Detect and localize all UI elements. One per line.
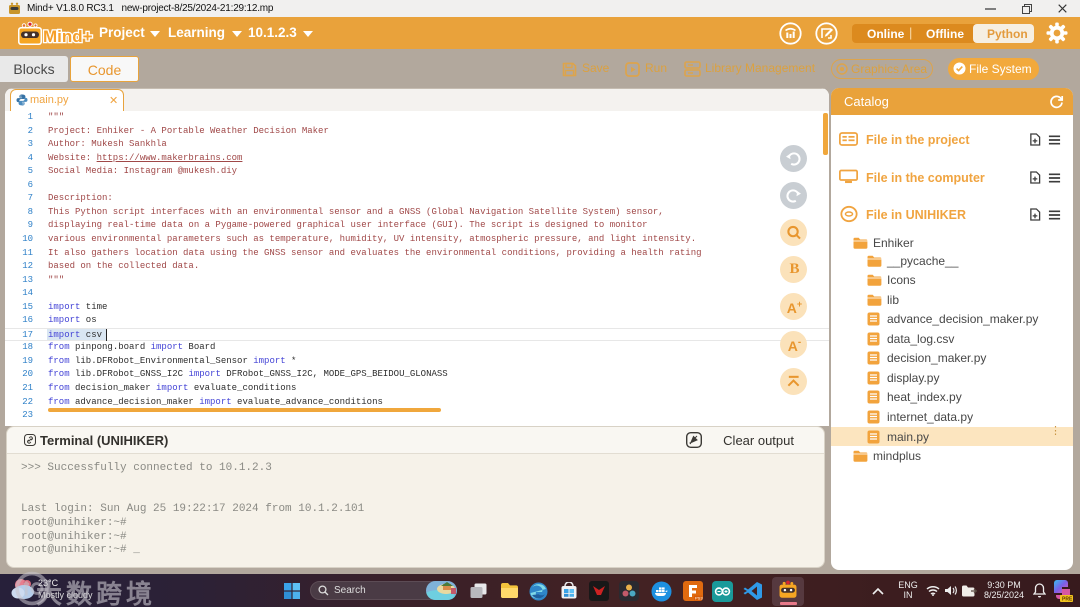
svg-text:Mind+: Mind+ <box>43 27 93 46</box>
svg-text:PS3: PS3 <box>695 596 703 601</box>
svg-text:PRE: PRE <box>1062 597 1073 603</box>
